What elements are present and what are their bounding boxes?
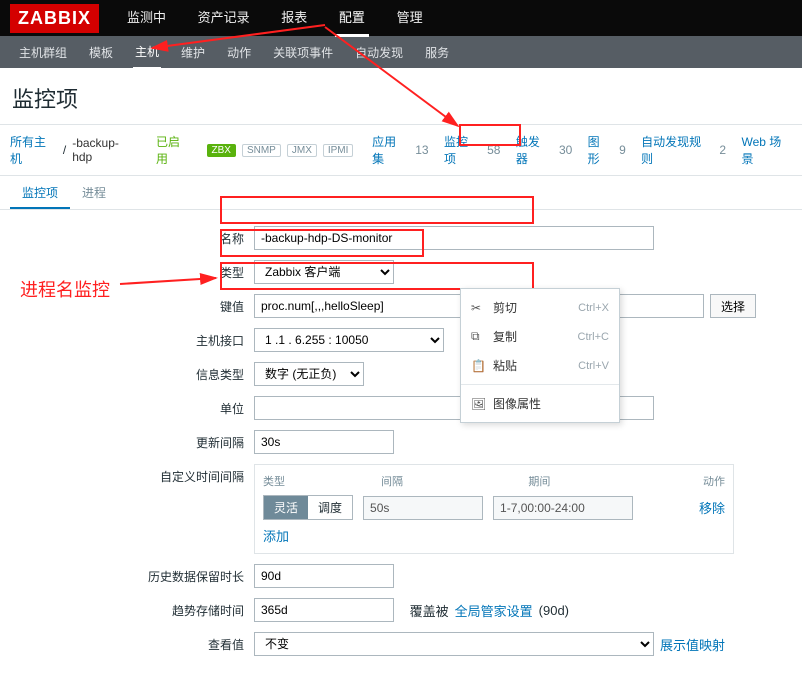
ctx-separator [461, 384, 619, 385]
tab-item[interactable]: 监控项 [10, 176, 70, 209]
history-label: 历史数据保留时长 [10, 564, 254, 585]
subnav-templates[interactable]: 模板 [87, 37, 115, 68]
showvalue-label: 查看值 [10, 632, 254, 653]
type-select[interactable]: Zabbix 客户端 [254, 260, 394, 284]
select-key-button[interactable]: 选择 [710, 294, 756, 318]
ci-flex-option[interactable]: 灵活 [264, 496, 308, 519]
custom-interval-table: 类型 间隔 期间 动作 灵活 调度 移除 添加 [254, 464, 734, 554]
graphs-count: 9 [619, 143, 626, 157]
ci-col-type: 类型 [263, 473, 381, 489]
ci-interval-input[interactable] [363, 496, 483, 520]
annotation-process-monitor: 进程名监控 [20, 276, 110, 302]
zbx-badge: ZBX [207, 144, 236, 157]
item-form: 名称 类型 Zabbix 客户端 键值 选择 主机接口 1 .1 . 6.255… [0, 210, 802, 676]
sep: / [63, 143, 66, 157]
subnav-maintenance[interactable]: 维护 [179, 37, 207, 68]
custom-interval-label: 自定义时间间隔 [10, 464, 254, 485]
trend-override-text: 覆盖被 [410, 601, 449, 620]
interval-label: 更新间隔 [10, 430, 254, 451]
ctx-copy[interactable]: ⧉ 复制 Ctrl+C [461, 322, 619, 351]
copy-icon: ⧉ [471, 329, 493, 344]
dtype-label: 信息类型 [10, 362, 254, 383]
interface-label: 主机接口 [10, 328, 254, 349]
subnav-hostgroups[interactable]: 主机群组 [17, 37, 69, 68]
showvalue-select[interactable]: 不变 [254, 632, 654, 656]
trend-label: 趋势存储时间 [10, 598, 254, 619]
ci-col-action: 动作 [676, 473, 725, 489]
ci-col-period: 期间 [528, 473, 675, 489]
apps-link[interactable]: 应用集 [372, 133, 407, 167]
unit-label: 单位 [10, 396, 254, 417]
ctx-copy-label: 复制 [493, 328, 578, 345]
nav-monitor[interactable]: 监测中 [123, 0, 170, 34]
ci-remove-link[interactable]: 移除 [699, 498, 725, 517]
ctx-cut-key: Ctrl+X [578, 302, 609, 314]
subnav-hosts[interactable]: 主机 [133, 36, 161, 69]
top-nav: 监测中 资产记录 报表 配置 管理 [113, 0, 437, 37]
context-menu: ✂ 剪切 Ctrl+X ⧉ 复制 Ctrl+C 📋 粘贴 Ctrl+V 🖼 图像… [460, 288, 620, 423]
all-hosts-link[interactable]: 所有主机 [10, 133, 57, 167]
tabs: 监控项 进程 [0, 176, 802, 210]
nav-assets[interactable]: 资产记录 [194, 0, 254, 34]
interval-input[interactable] [254, 430, 394, 454]
name-label: 名称 [10, 226, 254, 247]
interface-select[interactable]: 1 .1 . 6.255 : 10050 [254, 328, 444, 352]
logo: ZABBIX [10, 4, 99, 33]
subnav-services[interactable]: 服务 [423, 37, 451, 68]
ci-period-input[interactable] [493, 496, 633, 520]
host-status: 已启用 [156, 133, 191, 167]
ctx-cut-label: 剪切 [493, 299, 578, 316]
ci-sched-option[interactable]: 调度 [308, 496, 352, 519]
dtype-select[interactable]: 数字 (无正负) [254, 362, 364, 386]
ctx-copy-key: Ctrl+C [578, 331, 609, 343]
items-count: 58 [487, 143, 500, 157]
host-name-link[interactable]: -backup-hdp [72, 136, 137, 164]
ctx-imgprop-label: 图像属性 [493, 395, 609, 412]
apps-count: 13 [415, 143, 428, 157]
name-input[interactable] [254, 226, 654, 250]
drules-count: 2 [719, 143, 726, 157]
trend-global-link[interactable]: 全局管家设置 [455, 601, 533, 620]
host-strip: 所有主机 / -backup-hdp 已启用 ZBX SNMP JMX IPMI… [0, 124, 802, 176]
snmp-badge: SNMP [242, 144, 281, 157]
page-title: 监控项 [0, 68, 802, 124]
ctx-paste[interactable]: 📋 粘贴 Ctrl+V [461, 351, 619, 380]
items-link[interactable]: 监控项 [444, 133, 479, 167]
jmx-badge: JMX [287, 144, 317, 157]
drules-link[interactable]: 自动发现规则 [641, 133, 711, 167]
valuemap-link[interactable]: 展示值映射 [660, 635, 725, 654]
triggers-count: 30 [559, 143, 572, 157]
tab-process[interactable]: 进程 [70, 176, 118, 209]
ctx-paste-label: 粘贴 [493, 357, 578, 374]
trend-suffix: (90d) [539, 603, 569, 618]
trend-input[interactable] [254, 598, 394, 622]
ctx-cut[interactable]: ✂ 剪切 Ctrl+X [461, 293, 619, 322]
ci-add-link[interactable]: 添加 [263, 529, 289, 544]
graphs-link[interactable]: 图形 [588, 133, 611, 167]
ipmi-badge: IPMI [323, 144, 354, 157]
scissors-icon: ✂ [471, 301, 493, 315]
ctx-paste-key: Ctrl+V [578, 360, 609, 372]
triggers-link[interactable]: 触发器 [516, 133, 551, 167]
nav-reports[interactable]: 报表 [277, 0, 311, 34]
ci-type-segment[interactable]: 灵活 调度 [263, 495, 353, 520]
subnav-discovery[interactable]: 自动发现 [353, 37, 405, 68]
nav-config[interactable]: 配置 [335, 0, 369, 37]
subnav-actions[interactable]: 动作 [225, 37, 253, 68]
top-bar: ZABBIX 监测中 资产记录 报表 配置 管理 [0, 0, 802, 36]
ci-col-interval: 间隔 [381, 473, 528, 489]
image-icon: 🖼 [471, 397, 493, 411]
web-link[interactable]: Web 场景 [741, 133, 792, 167]
history-input[interactable] [254, 564, 394, 588]
ctx-image-properties[interactable]: 🖼 图像属性 [461, 389, 619, 418]
subnav-correlations[interactable]: 关联项事件 [271, 37, 335, 68]
sub-nav: 主机群组 模板 主机 维护 动作 关联项事件 自动发现 服务 [0, 36, 802, 68]
clipboard-icon: 📋 [471, 359, 493, 373]
nav-admin[interactable]: 管理 [393, 0, 427, 34]
